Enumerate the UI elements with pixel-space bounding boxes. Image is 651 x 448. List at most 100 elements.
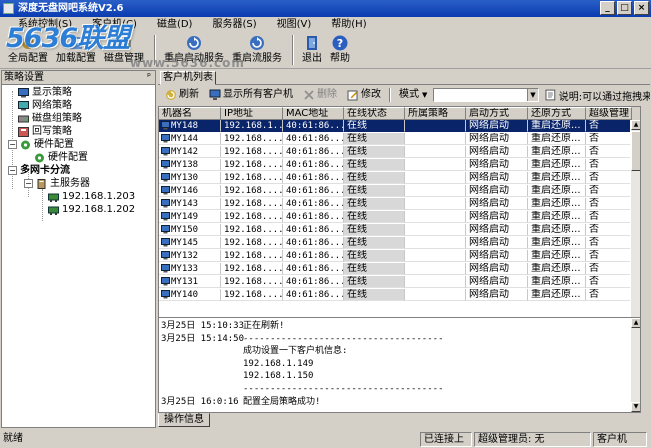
cell-restore-mode: 重启还原... <box>528 198 586 210</box>
cell-policy <box>405 289 466 301</box>
maximize-button[interactable]: □ <box>617 1 632 15</box>
title-bar[interactable]: 深度无盘网吧系统V2.6 _ □ × <box>0 0 651 17</box>
table-row[interactable]: MY144 192.168.... 40:61:86... 在线 网络启动 重启还原...… <box>159 133 640 145</box>
table-row[interactable]: MY140 192.168.... 40:61:86... 在线 网络启动 重启还原...… <box>159 289 640 301</box>
menu-help[interactable]: 帮助(H) <box>323 17 374 33</box>
table-row[interactable]: MY138 192.168.... 40:61:86... 在线 网络启动 重启还原...… <box>159 159 640 171</box>
cell-policy <box>405 133 466 145</box>
nic-icon <box>48 193 59 202</box>
toolbar-separator <box>389 88 391 102</box>
cell-boot-mode: 网络启动 <box>466 146 528 158</box>
column-header-mac[interactable]: MAC地址 <box>283 107 344 120</box>
tree-item-disk-group-policy[interactable]: 磁盘组策略 <box>18 113 82 125</box>
table-row[interactable]: MY132 192.168.... 40:61:86... 在线 网络启动 重启还原...… <box>159 250 640 262</box>
tree-expander[interactable]: − <box>8 140 17 149</box>
scroll-down-arrow-icon[interactable]: ▼ <box>631 402 640 412</box>
cell-boot-mode: 网络启动 <box>466 133 528 145</box>
tree-expander[interactable]: − <box>8 166 17 175</box>
cell-mac: 40:61:86... <box>283 172 344 184</box>
exit-button[interactable]: 退出 <box>302 34 322 65</box>
tree-line <box>42 189 43 221</box>
client-grid[interactable]: 机器名 IP地址 MAC地址 在线状态 所属策略 启动方式 还原方式 超级管理 … <box>158 106 641 334</box>
tab-operation-info[interactable]: 操作信息 <box>158 413 210 427</box>
machine-name-text: MY142 <box>171 147 199 157</box>
column-header-super-admin[interactable]: 超级管理 <box>586 107 632 120</box>
cell-mac: 40:61:86... <box>283 276 344 288</box>
menu-disk[interactable]: 磁盘(D) <box>149 17 201 33</box>
menu-server[interactable]: 服务器(S) <box>204 17 264 33</box>
status-connection: 已连接上 <box>420 432 472 447</box>
tree-item-hardware-config-child[interactable]: 硬件配置 <box>34 152 88 164</box>
client-computer-icon <box>161 160 170 169</box>
restart-stream-icon <box>250 36 264 50</box>
close-button[interactable]: × <box>634 1 649 15</box>
cell-boot-mode: 网络启动 <box>466 185 528 197</box>
column-header-ip[interactable]: IP地址 <box>221 107 283 120</box>
scroll-up-arrow-icon[interactable]: ▲ <box>631 318 640 328</box>
machine-name-text: MY143 <box>171 199 199 209</box>
delete-button[interactable]: 删除 <box>299 87 341 103</box>
refresh-button[interactable]: 刷新 <box>161 87 203 103</box>
column-header-restore-mode[interactable]: 还原方式 <box>528 107 586 120</box>
table-row[interactable]: MY145 192.168.... 40:61:86... 在线 网络启动 重启还原...… <box>159 237 640 249</box>
pin-icon[interactable]: ᵖ <box>147 71 151 84</box>
tree-item-display-policy[interactable]: 显示策略 <box>18 87 72 99</box>
cell-ip: 192.168.... <box>221 263 283 275</box>
cell-restore-mode: 重启还原... <box>528 120 586 132</box>
tree-expander[interactable]: − <box>24 179 33 188</box>
modify-button[interactable]: 修改 <box>343 87 385 103</box>
column-header-policy[interactable]: 所属策略 <box>405 107 466 120</box>
status-client: 客户机 <box>593 432 647 447</box>
tree-item-network-policy[interactable]: 网络策略 <box>18 100 72 112</box>
tab-client-list[interactable]: 客户机列表 <box>160 71 216 85</box>
help-button[interactable]: ? 帮助 <box>330 34 350 65</box>
table-row[interactable]: MY149 192.168.... 40:61:86... 在线 网络启动 重启还原...… <box>159 211 640 223</box>
mode-select[interactable]: ▼ <box>433 88 539 102</box>
cell-mac: 40:61:86... <box>283 224 344 236</box>
table-row[interactable]: MY133 192.168.... 40:61:86... 在线 网络启动 重启还原...… <box>159 263 640 275</box>
tree-item-server-203[interactable]: 192.168.1.203 <box>48 191 135 203</box>
monitor-icon <box>18 88 29 98</box>
table-row[interactable]: MY130 192.168.... 40:61:86... 在线 网络启动 重启还原...… <box>159 172 640 184</box>
table-row[interactable]: MY131 192.168.... 40:61:86... 在线 网络启动 重启还原...… <box>159 276 640 288</box>
tree-item-hardware-config[interactable]: 硬件配置 <box>20 139 74 151</box>
table-row[interactable]: MY148 192.168.1... 40:61:86... 在线 网络启动 重启还原..… <box>159 120 640 132</box>
policy-panel-title: 策略设置 <box>4 72 44 83</box>
tree-item-writeback-policy[interactable]: 回写策略 <box>18 126 72 138</box>
cell-super-admin: 否 <box>586 159 632 171</box>
minimize-button[interactable]: _ <box>600 1 615 15</box>
cell-boot-mode: 网络启动 <box>466 159 528 171</box>
table-row[interactable]: MY142 192.168.... 40:61:86... 在线 网络启动 重启还原...… <box>159 146 640 158</box>
log-vertical-scrollbar[interactable]: ▲ ▼ <box>630 318 640 412</box>
cell-ip: 192.168.... <box>221 146 283 158</box>
cell-ip: 192.168.... <box>221 276 283 288</box>
tree-item-multi-nic[interactable]: 多网卡分流 <box>20 165 70 177</box>
tree-item-main-server[interactable]: 主服务器 <box>36 178 90 190</box>
table-row[interactable]: MY146 192.168.... 40:61:86... 在线 网络启动 重启还原...… <box>159 185 640 197</box>
scroll-up-arrow-icon[interactable]: ▲ <box>631 120 640 130</box>
cell-online-status: 在线 <box>344 133 405 145</box>
cell-restore-mode: 重启还原... <box>528 276 586 288</box>
menu-view[interactable]: 视图(V) <box>269 17 320 33</box>
column-header-machine-name[interactable]: 机器名 <box>159 107 221 120</box>
scroll-thumb[interactable] <box>631 131 640 171</box>
grid-vertical-scrollbar[interactable]: ▲ ▼ <box>630 120 640 333</box>
cell-online-status: 在线 <box>344 211 405 223</box>
log-message: 192.168.1.149 <box>243 358 314 369</box>
table-row[interactable]: MY150 192.168.... 40:61:86... 在线 网络启动 重启还原...… <box>159 224 640 236</box>
cell-ip: 192.168.... <box>221 133 283 145</box>
toolbar-separator <box>292 35 294 65</box>
mode-dropdown-button[interactable]: 模式 ▼ <box>395 87 431 103</box>
chevron-down-icon[interactable]: ▼ <box>527 89 538 101</box>
tree-item-server-202[interactable]: 192.168.1.202 <box>48 204 135 216</box>
machine-name-text: MY145 <box>171 238 199 248</box>
cell-restore-mode: 重启还原... <box>528 263 586 275</box>
cell-mac: 40:61:86... <box>283 185 344 197</box>
show-all-clients-button[interactable]: 显示所有客户机 <box>205 87 297 103</box>
cell-boot-mode: 网络启动 <box>466 120 528 132</box>
cell-mac: 40:61:86... <box>283 146 344 158</box>
column-header-online-status[interactable]: 在线状态 <box>344 107 405 120</box>
column-header-boot-mode[interactable]: 启动方式 <box>466 107 528 120</box>
cell-restore-mode: 重启还原... <box>528 172 586 184</box>
table-row[interactable]: MY143 192.168.... 40:61:86... 在线 网络启动 重启还原...… <box>159 198 640 210</box>
